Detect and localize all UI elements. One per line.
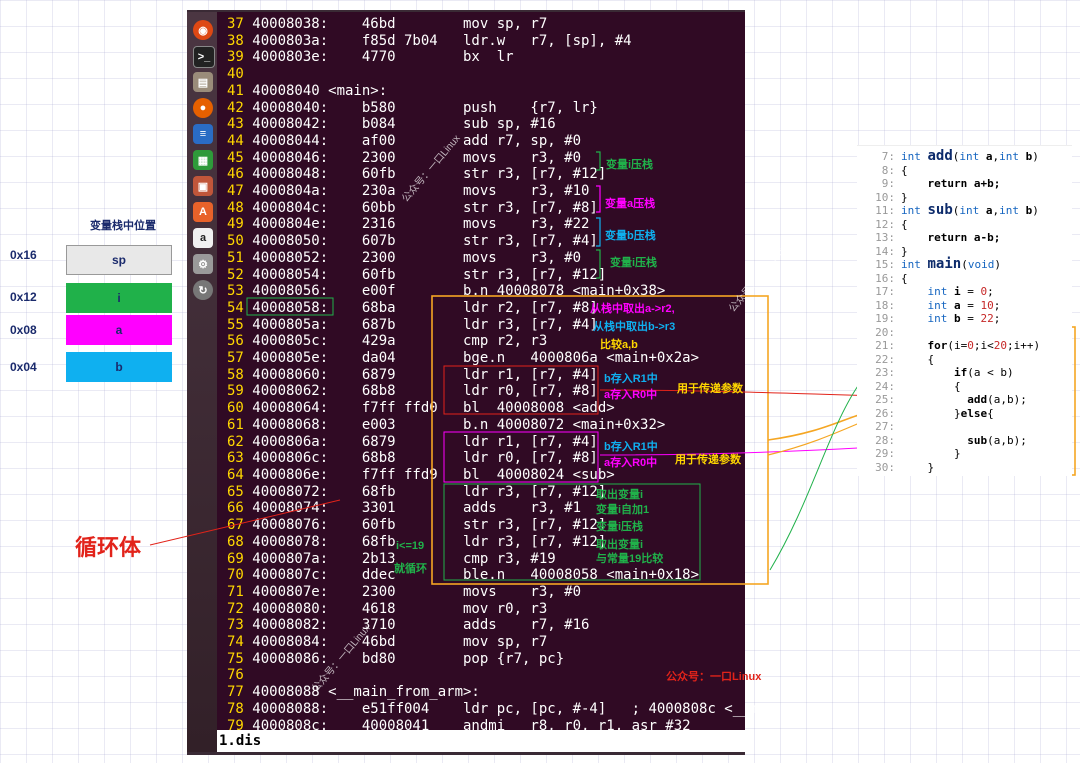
ann-cmp-ab: 比较a,b (600, 339, 638, 351)
ann-a-r0-1: a存入R0中 (604, 389, 658, 401)
source-line-number: 30: (875, 460, 895, 474)
source-line-number: 9: (881, 177, 895, 190)
source-line-number: 20: (875, 325, 895, 339)
bracket-i-push2 (596, 249, 601, 279)
source-line-number: 15: (875, 258, 895, 271)
source-line: 29: } (857, 447, 960, 461)
source-line-number: 24: (875, 379, 895, 393)
source-line-number: 10: (875, 190, 895, 204)
ann-b-push: 变量b压栈 (605, 230, 656, 242)
source-line: 18: int a = 10; (857, 299, 1000, 313)
ann-inc-i: 变量i自加1 (596, 504, 650, 516)
ann-a-push: 变量a压栈 (605, 198, 656, 210)
ann-b-r1-1: b存入R1中 (604, 373, 658, 385)
source-line: 7: int add(int a,int b) (857, 149, 1039, 164)
source-line: 9: return a+b; (857, 177, 1001, 191)
source-line: 30: } (857, 461, 934, 475)
ann-store-i: 变量i压栈 (596, 521, 644, 533)
ann-cmp-19: 与常量19比较 (596, 553, 664, 565)
ann-i-le-19: i<=19 (396, 540, 425, 552)
ann-i-push2: 变量i压栈 (610, 257, 658, 269)
source-line: 21: for(i=0;i<20;i++) (857, 339, 1040, 353)
source-line: 17: int i = 0; (857, 285, 994, 299)
ann-pass-args-2: 用于传递参数 (675, 454, 741, 466)
source-line: 27: (857, 420, 901, 434)
ann-load-a: 从栈中取出a->r2, (590, 303, 675, 315)
source-line: 28: sub(a,b); (857, 434, 1027, 448)
source-line: 20: (857, 326, 901, 340)
source-line-number: 25: (875, 393, 895, 406)
source-line: 16:{ (857, 272, 908, 286)
source-line-number: 18: (875, 298, 895, 312)
ann-i-push: 变量i压栈 (606, 159, 654, 171)
source-line: 19: int b = 22; (857, 312, 1000, 326)
source-line: 22: { (857, 353, 934, 367)
source-line-number: 17: (875, 285, 895, 298)
ann-pass-args-1: 用于传递参数 (677, 383, 743, 395)
source-line: 14:} (857, 245, 908, 259)
ann-a-r0-2: a存入R0中 (604, 457, 658, 469)
source-line-number: 28: (875, 433, 895, 447)
source-line-number: 13: (875, 231, 895, 244)
source-line: 12:{ (857, 218, 908, 232)
loop-target-box (246, 297, 334, 316)
arrow-loop-body (149, 499, 341, 546)
source-line-number: 11: (875, 204, 895, 217)
source-line-number: 29: (875, 447, 895, 460)
ann-watermark-red: 公众号：一口Linux (666, 671, 762, 683)
bracket-b-push (596, 217, 601, 247)
source-line-number: 14: (875, 244, 895, 258)
source-code-view: 7: int add(int a,int b) 8:{9: return a+b; 1… (857, 145, 1072, 476)
source-line: 13: return a-b; (857, 231, 1000, 245)
call-add-box (443, 365, 599, 415)
source-line-number: 8: (881, 163, 895, 177)
source-line-number: 22: (875, 352, 895, 366)
source-line-number: 7: (881, 150, 895, 163)
source-line-number: 23: (875, 366, 895, 379)
source-line-number: 26: (875, 406, 895, 420)
source-line: 25: add(a,b); (857, 393, 1027, 407)
source-line-number: 16: (875, 271, 895, 285)
source-line: 23: if(a < b) (857, 366, 1013, 380)
call-sub-box (443, 431, 599, 483)
source-line-number: 27: (875, 420, 895, 433)
bracket-a-push (596, 185, 601, 213)
source-line: 10:} (857, 191, 908, 205)
bracket-i-push (596, 151, 601, 171)
ann-loop-continue: 就循环 (394, 560, 427, 576)
source-line-number: 19: (875, 312, 895, 325)
ann-b-r1-2: b存入R1中 (604, 441, 658, 453)
loop-body-label: 循环体 (75, 535, 142, 560)
source-line-number: 21: (875, 339, 895, 352)
ann-load-i: 取出变量i (596, 489, 644, 501)
source-line: 15: int main(void) (857, 257, 1001, 272)
source-line: 26: }else{ (857, 407, 994, 421)
ann-load-b: 从栈中取出b->r3 (593, 321, 676, 333)
source-line: 8:{ (857, 164, 908, 178)
source-line: 24: { (857, 379, 960, 394)
source-line: 11: int sub(int a,int b) (857, 203, 1039, 218)
source-line-number: 12: (875, 217, 895, 231)
